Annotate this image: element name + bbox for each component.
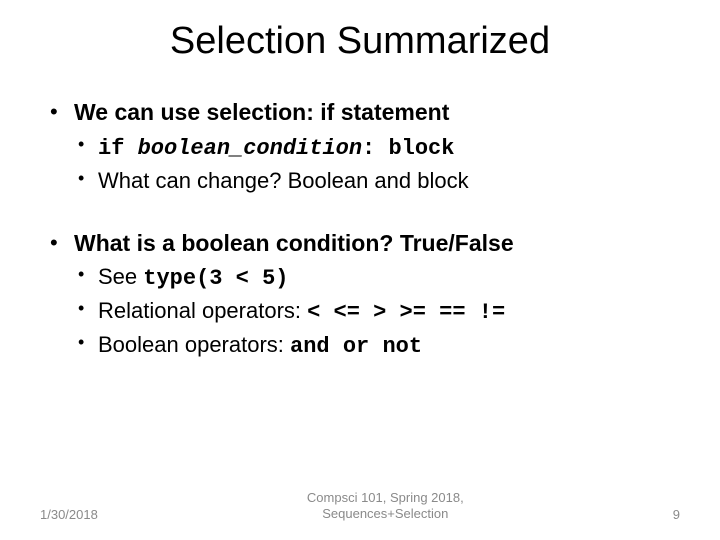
code-boolean-ops: and or not	[290, 334, 422, 359]
bullet-1-sub-2: What can change? Boolean and block	[74, 165, 680, 197]
bullet-2-sub-2: Relational operators: < <= > >= == !=	[74, 295, 680, 329]
code-type-expr: type(3 < 5)	[143, 266, 288, 291]
footer-course: Compsci 101, Spring 2018, Sequences+Sele…	[307, 490, 464, 523]
footer-course-line2: Sequences+Selection	[322, 506, 448, 521]
code-if-prefix: if	[98, 136, 138, 161]
bullet-2-heading: What is a boolean condition? True/False	[74, 229, 680, 258]
bullet-2-sub-3: Boolean operators: and or not	[74, 329, 680, 363]
footer-page-number: 9	[673, 507, 680, 522]
code-relational-ops: < <= > >= == !=	[307, 300, 505, 325]
bullet-2-sub-2-pre: Relational operators:	[98, 298, 307, 323]
bullet-2-sub-1: See type(3 < 5)	[74, 261, 680, 295]
bullet-1-heading: We can use selection: if statement	[74, 98, 680, 127]
bullet-2: What is a boolean condition? True/False …	[48, 229, 680, 363]
bullet-1: We can use selection: if statement if bo…	[48, 98, 680, 197]
code-if-suffix: : block	[362, 136, 454, 161]
bullet-2-sub-3-pre: Boolean operators:	[98, 332, 290, 357]
bullet-2-sub-1-pre: See	[98, 264, 143, 289]
slide-footer: 1/30/2018 Compsci 101, Spring 2018, Sequ…	[0, 490, 720, 523]
footer-date: 1/30/2018	[40, 507, 98, 522]
bullet-1-sub-1: if boolean_condition: block	[74, 131, 680, 165]
slide-content: We can use selection: if statement if bo…	[40, 98, 680, 363]
footer-course-line1: Compsci 101, Spring 2018,	[307, 490, 464, 505]
slide-title: Selection Summarized	[40, 20, 680, 63]
slide: Selection Summarized We can use selectio…	[0, 0, 720, 540]
code-if-condition: boolean_condition	[138, 136, 362, 161]
